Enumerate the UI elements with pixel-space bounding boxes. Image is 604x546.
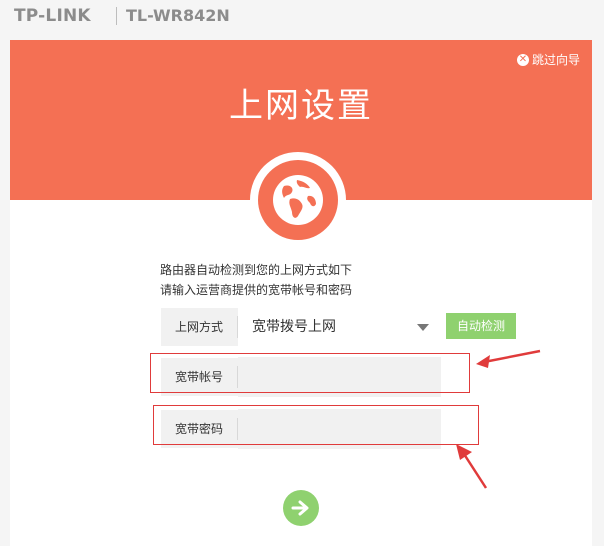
connection-type-label: 上网方式 — [161, 316, 238, 338]
annotation-arrow-account — [476, 349, 541, 368]
chevron-down-icon — [417, 324, 429, 331]
globe-icon — [258, 160, 338, 240]
page-title: 上网设置 — [229, 86, 373, 126]
intro-text: 路由器自动检测到您的上网方式如下 请输入运营商提供的宽带帐号和密码 — [160, 260, 352, 300]
model-name: TL-WR842N — [126, 6, 230, 25]
arrow-right-icon — [291, 500, 309, 516]
connection-type-value: 宽带拨号上网 — [252, 319, 336, 335]
intro-line-2: 请输入运营商提供的宽带帐号和密码 — [160, 283, 353, 297]
account-highlight-box — [150, 353, 470, 393]
connection-type-row: 上网方式 宽带拨号上网 — [161, 308, 441, 346]
globe-badge — [250, 152, 346, 248]
top-bar: TP-LINK TL-WR842N — [0, 0, 604, 36]
brand-logo: TP-LINK — [14, 6, 91, 26]
auto-detect-button[interactable]: 自动检测 — [446, 313, 516, 339]
intro-line-1: 路由器自动检测到您的上网方式如下 — [160, 263, 353, 277]
setup-card: ✕ 跳过向导 上网设置 路由器自动检测到您的上网方式如下 请输入运营商提供的宽带… — [10, 40, 592, 546]
skip-wizard-label: 跳过向导 — [531, 53, 580, 67]
brand-divider — [116, 7, 117, 25]
annotation-arrow-password — [456, 444, 488, 489]
skip-wizard-link[interactable]: ✕ 跳过向导 — [516, 51, 580, 68]
next-button[interactable] — [283, 490, 319, 526]
connection-type-select[interactable]: 宽带拨号上网 — [238, 308, 441, 346]
close-circle-icon: ✕ — [516, 53, 529, 66]
password-highlight-box — [153, 405, 479, 445]
